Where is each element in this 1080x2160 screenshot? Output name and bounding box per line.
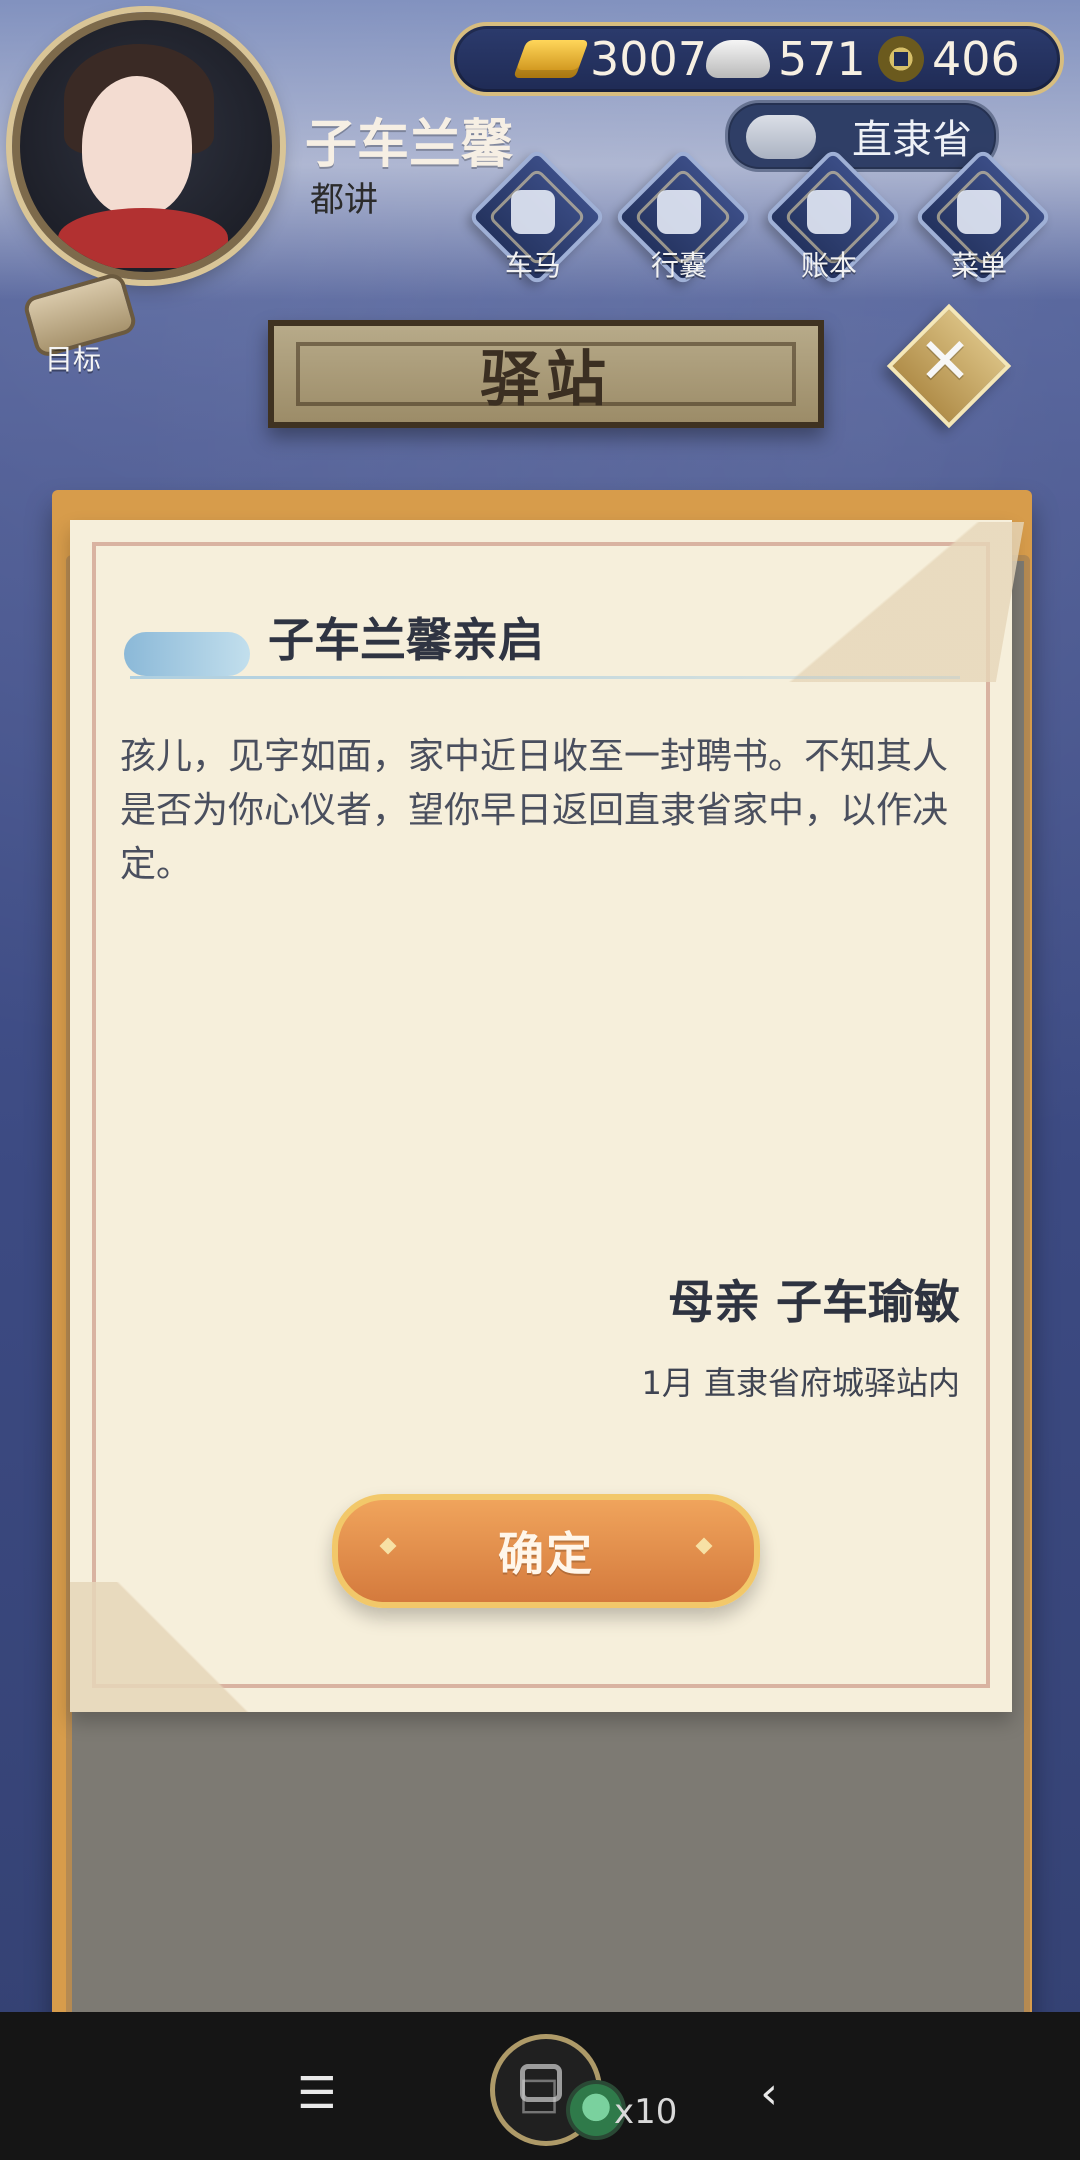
- confirm-button[interactable]: 确定: [332, 1494, 760, 1608]
- currency-bar: 3007 571 406: [450, 22, 1064, 96]
- hud-button-label: 行囊: [650, 249, 707, 282]
- player-name: 子车兰馨: [305, 115, 514, 175]
- hud-button-label: 菜单: [950, 249, 1007, 282]
- menu-icon[interactable]: ☰: [272, 2048, 362, 2138]
- bag-icon: [657, 190, 701, 234]
- carriage-icon: [511, 190, 555, 234]
- currency-silver-value: 571: [778, 32, 866, 86]
- avatar-dress: [58, 208, 228, 268]
- currency-gold-value: 3007: [590, 32, 708, 86]
- location-pill[interactable]: 直隶省: [725, 100, 999, 172]
- hud-button-label: 账本: [800, 249, 857, 282]
- currency-gold: 3007: [513, 26, 708, 92]
- goal-label: 目标: [44, 343, 101, 376]
- letter-signature: 母亲 子车瑜敏: [667, 1275, 960, 1329]
- menu-icon: [957, 190, 1001, 234]
- letter-place-date: 1月 直隶省府城驿站内: [641, 1364, 960, 1402]
- avatar-face: [82, 76, 192, 216]
- gold-ingot-icon: [513, 40, 589, 78]
- letter-fold-bottom-left: [70, 1582, 260, 1712]
- letter-fold-top-right: [755, 522, 1025, 682]
- currency-silver: 571: [706, 26, 866, 92]
- close-icon: ✕: [918, 325, 972, 399]
- hud-button-bag[interactable]: 行囊: [613, 147, 753, 287]
- hud-button-label: 车马: [504, 249, 561, 282]
- location-text: 直隶省: [852, 117, 972, 163]
- letter-heading: 子车兰馨亲启: [268, 613, 544, 667]
- player-title: 都讲: [310, 180, 378, 220]
- station-banner: 驿站: [268, 320, 824, 428]
- hud-button-ledger[interactable]: 账本: [763, 147, 903, 287]
- share-icon: [520, 2064, 562, 2102]
- back-icon[interactable]: ‹: [724, 2048, 814, 2138]
- confirm-label: 确定: [498, 1527, 594, 1581]
- station-title: 驿站: [480, 344, 612, 415]
- cloud-icon: [124, 632, 250, 676]
- coin-badge-text: x10: [614, 2092, 678, 2132]
- hud-button-menu[interactable]: 菜单: [913, 147, 1053, 287]
- currency-copper: 406: [878, 26, 1020, 92]
- currency-copper-value: 406: [932, 32, 1020, 86]
- silver-ingot-icon: [706, 40, 770, 78]
- ledger-icon: [807, 190, 851, 234]
- goal-button[interactable]: 目标: [18, 270, 139, 380]
- copper-coin-icon: [878, 36, 924, 82]
- letter-body: 孩儿，见字如面，家中近日收至一封聘书。不知其人是否为你心仪者，望你早日返回直隶省…: [120, 736, 949, 885]
- heading-divider: [130, 676, 960, 679]
- player-avatar[interactable]: [12, 12, 280, 280]
- pavilion-icon: [746, 115, 816, 159]
- hud-button-carriage[interactable]: 车马: [467, 147, 607, 287]
